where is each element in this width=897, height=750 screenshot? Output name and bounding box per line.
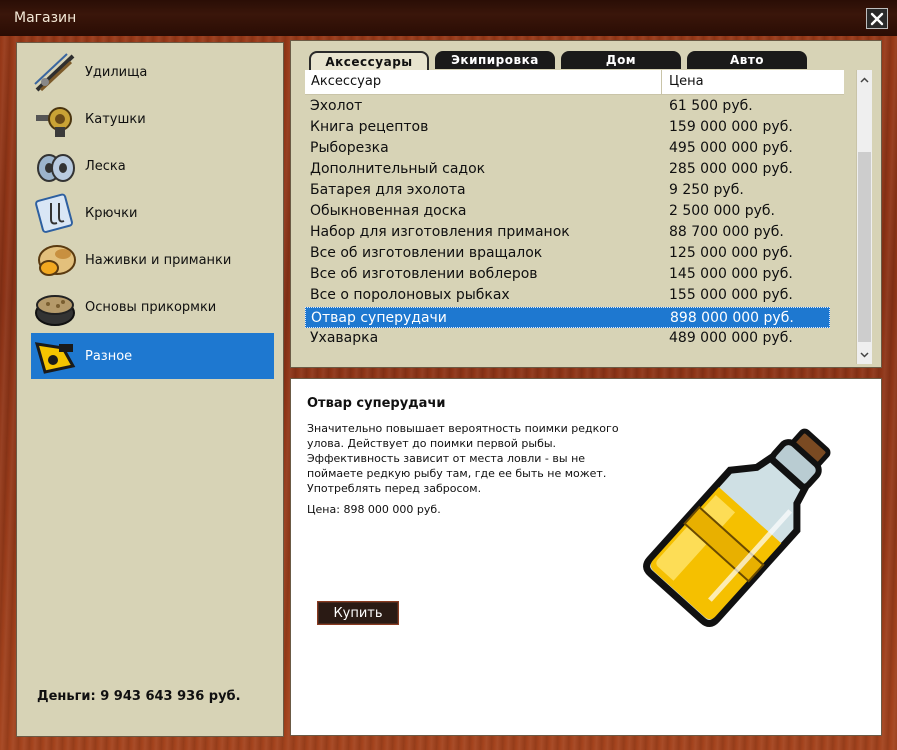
tab-label: Дом (605, 53, 637, 67)
groundbait-icon (33, 285, 77, 329)
item-name: Набор для изготовления приманок (310, 224, 570, 240)
money-balance: Деньги: 9 943 643 936 руб. (37, 689, 241, 704)
category-label: Крючки (85, 205, 138, 221)
category-misc[interactable]: Разное (31, 333, 274, 379)
item-name: Отвар суперудачи (311, 310, 447, 326)
table-row[interactable]: Эхолот 61 500 руб. (305, 96, 830, 117)
scroll-up-button[interactable] (857, 72, 872, 88)
category-hooks[interactable]: Крючки (31, 190, 274, 236)
close-icon (870, 12, 884, 25)
item-name: Обыкновенная доска (310, 203, 467, 219)
item-price: 495 000 000 руб. (669, 140, 793, 156)
category-bait[interactable]: Наживки и приманки (31, 237, 274, 283)
item-name: Все о поролоновых рыбках (310, 287, 510, 303)
item-price: 61 500 руб. (669, 98, 753, 114)
table-row[interactable]: Обыкновенная доска 2 500 000 руб. (305, 201, 830, 222)
item-detail-panel: Отвар суперудачи Значительно повышает ве… (290, 378, 882, 736)
item-name: Все об изготовлении воблеров (310, 266, 538, 282)
category-label: Основы прикормки (85, 299, 217, 315)
detail-description: Значительно повышает вероятность поимки … (307, 422, 619, 495)
chevron-up-icon (860, 77, 869, 83)
fishing-line-icon (33, 144, 77, 188)
column-header-item[interactable]: Аксессуар (311, 74, 381, 89)
category-label: Разное (85, 348, 133, 364)
close-button[interactable] (866, 8, 888, 29)
item-price: 155 000 000 руб. (669, 287, 793, 303)
scroll-thumb[interactable] (858, 152, 871, 342)
item-price: 125 000 000 руб. (669, 245, 793, 261)
category-groundbait[interactable]: Основы прикормки (31, 284, 274, 330)
list-scrollbar[interactable] (856, 70, 872, 364)
table-row[interactable]: Рыборезка 495 000 000 руб. (305, 138, 830, 159)
category-label: Удилища (85, 64, 148, 80)
table-row[interactable]: Книга рецептов 159 000 000 руб. (305, 117, 830, 138)
tab-home[interactable]: Дом (561, 51, 681, 69)
item-name: Дополнительный садок (310, 161, 486, 177)
tab-equipment[interactable]: Экипировка (435, 51, 555, 69)
category-line[interactable]: Леска (31, 143, 274, 189)
tab-label: Авто (729, 53, 765, 67)
item-price: 88 700 000 руб. (669, 224, 784, 240)
table-row[interactable]: Батарея для эхолота 9 250 руб. (305, 180, 830, 201)
potion-bottle-icon (643, 428, 831, 627)
chevron-down-icon (860, 352, 869, 358)
item-name: Рыборезка (310, 140, 389, 156)
item-name: Ухаварка (310, 330, 379, 346)
tab-label: Аксессуары (325, 55, 413, 69)
category-panel: Удилища Катушки Леска Крючки Наживки и п… (16, 42, 284, 737)
table-row-selected[interactable]: Отвар суперудачи 898 000 000 руб. (305, 307, 830, 328)
hooks-icon (33, 191, 77, 235)
table-header: Аксессуар Цена (305, 70, 844, 95)
tab-auto[interactable]: Авто (687, 51, 807, 69)
buy-button-label: Купить (333, 605, 383, 621)
item-price: 285 000 000 руб. (669, 161, 793, 177)
item-name: Книга рецептов (310, 119, 429, 135)
item-list-panel: Аксессуары Экипировка Дом Авто Аксессуар… (290, 40, 882, 368)
buy-button[interactable]: Купить (317, 601, 399, 625)
category-label: Наживки и приманки (85, 252, 232, 268)
table-row[interactable]: Все об изготовлении воблеров 145 000 000 … (305, 264, 830, 285)
category-label: Катушки (85, 111, 146, 127)
scroll-down-button[interactable] (857, 347, 872, 363)
item-price: 898 000 000 руб. (670, 310, 794, 326)
column-header-price[interactable]: Цена (669, 74, 704, 89)
category-label: Леска (85, 158, 126, 174)
item-price: 159 000 000 руб. (669, 119, 793, 135)
item-name: Все об изготовлении вращалок (310, 245, 543, 261)
table-row[interactable]: Все об изготовлении вращалок 125 000 000 … (305, 243, 830, 264)
item-price: 9 250 руб. (669, 182, 744, 198)
detail-title: Отвар суперудачи (307, 396, 446, 411)
table-row[interactable]: Ухаварка 489 000 000 руб. (305, 328, 830, 349)
table-row[interactable]: Все о поролоновых рыбках 155 000 000 руб. (305, 285, 830, 306)
item-name: Эхолот (310, 98, 363, 114)
window-title: Магазин (14, 10, 77, 26)
table-row[interactable]: Дополнительный садок 285 000 000 руб. (305, 159, 830, 180)
detail-price: Цена: 898 000 000 руб. (307, 503, 441, 516)
bait-icon (33, 238, 77, 282)
item-price: 489 000 000 руб. (669, 330, 793, 346)
column-divider (661, 70, 662, 94)
category-rods[interactable]: Удилища (31, 49, 274, 95)
item-price: 2 500 000 руб. (669, 203, 775, 219)
fishing-rod-icon (33, 50, 77, 94)
reel-icon (33, 97, 77, 141)
misc-icon (33, 334, 77, 378)
item-name: Батарея для эхолота (310, 182, 466, 198)
category-reels[interactable]: Катушки (31, 96, 274, 142)
item-price: 145 000 000 руб. (669, 266, 793, 282)
table-row[interactable]: Набор для изготовления приманок 88 700 00… (305, 222, 830, 243)
tab-label: Экипировка (451, 53, 539, 67)
title-bar: Магазин (0, 0, 897, 36)
tab-accessories[interactable]: Аксессуары (309, 51, 429, 71)
